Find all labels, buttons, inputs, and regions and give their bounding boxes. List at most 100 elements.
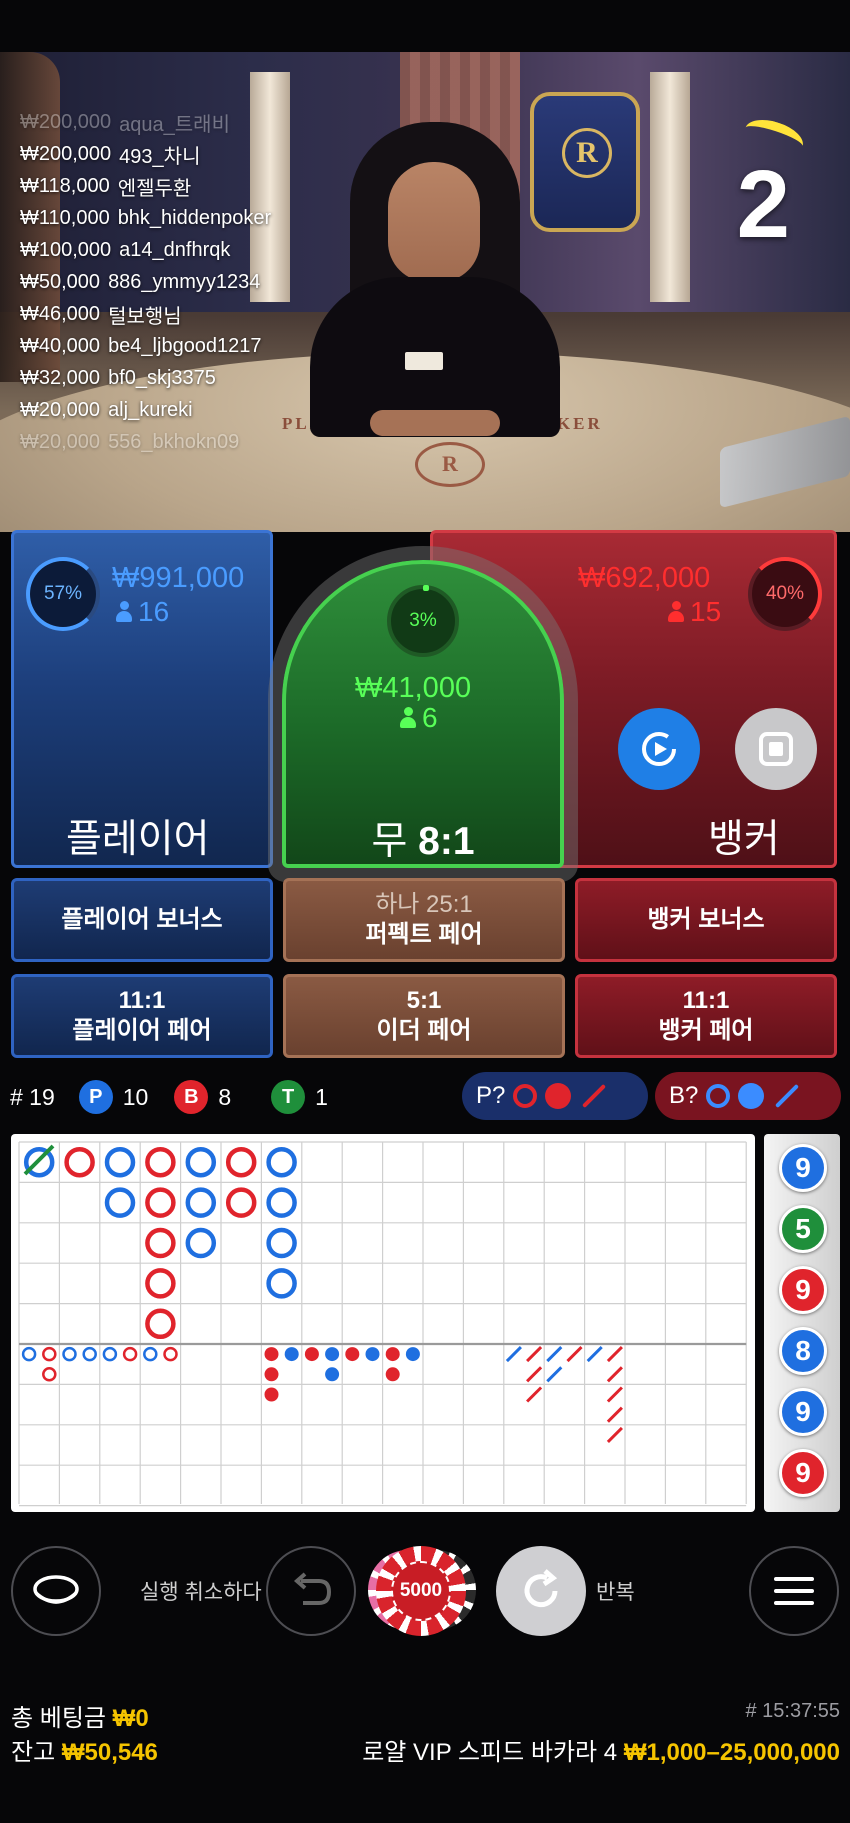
chip-selector[interactable]: 5000 xyxy=(368,1546,480,1636)
player-bet-amount: ₩991,000 xyxy=(112,562,245,594)
banker-pair-odds: 11:1 xyxy=(682,987,730,1014)
big-road-mark xyxy=(104,1146,136,1178)
user-icon xyxy=(400,707,416,729)
player-predict-label: P? xyxy=(476,1082,506,1109)
winner-name: be4_ljbgood1217 xyxy=(108,334,262,357)
big-eye-mark xyxy=(163,1346,178,1362)
winner-amount: ₩110,000 xyxy=(20,206,110,229)
banker-pair-bet[interactable]: 11:1 뱅커 페어 xyxy=(575,974,837,1058)
big-eye-mark xyxy=(21,1346,37,1362)
red-dot-icon xyxy=(545,1083,572,1109)
tie-percent-ring: 3% xyxy=(387,585,459,657)
countdown-timer: 2 xyxy=(736,151,790,258)
undo-button[interactable] xyxy=(266,1546,356,1636)
player-pair-odds: 11:1 xyxy=(118,987,166,1014)
undo-icon xyxy=(293,1572,332,1605)
winner-name: bhk_hiddenpoker xyxy=(117,206,272,229)
player-pair-label: 플레이어 페어 xyxy=(72,1017,212,1044)
round-number: # 19 xyxy=(10,1083,55,1110)
banker-bonus-bet[interactable]: 뱅커 보너스 xyxy=(575,878,837,962)
winner-name: 886_ymmyy1234 xyxy=(108,270,261,293)
dealer-namebadge xyxy=(405,352,443,370)
small-road-mark xyxy=(325,1367,340,1382)
tie-label-text: 무 xyxy=(371,820,408,863)
big-eye-mark xyxy=(42,1367,57,1382)
table-view-button[interactable] xyxy=(11,1546,101,1636)
banker-predict-button[interactable]: B? xyxy=(655,1072,841,1120)
player-predict-button[interactable]: P? xyxy=(462,1072,648,1120)
stop-icon xyxy=(759,732,793,766)
small-road-mark xyxy=(385,1367,400,1382)
dealer-face xyxy=(388,162,480,282)
big-road-mark xyxy=(145,1146,176,1178)
big-road-mark xyxy=(266,1187,297,1218)
winner-name: 493_차니 xyxy=(119,145,201,168)
either-pair-odds: 5:1 xyxy=(406,987,442,1014)
chip-value: 5000 xyxy=(391,1561,451,1621)
player-pair-bet[interactable]: 11:1 플레이어 페어 xyxy=(11,974,273,1058)
perfect-pair-label: 퍼펙트 페어 xyxy=(365,921,483,948)
either-pair-bet[interactable]: 5:1 이더 페어 xyxy=(283,974,565,1058)
winner-row: ₩118,000 엔젤두환 xyxy=(20,170,340,202)
perfect-pair-bet[interactable]: 하나 25:1 퍼펙트 페어 xyxy=(283,878,565,962)
blue-ring-icon xyxy=(706,1084,731,1108)
replay-icon xyxy=(642,732,676,766)
total-bet-label: 총 베팅금 xyxy=(11,1705,106,1732)
big-road-mark xyxy=(185,1227,217,1259)
player-wins-count: 10 xyxy=(122,1083,149,1110)
video-replay-button[interactable] xyxy=(618,708,700,790)
big-road-mark xyxy=(64,1146,95,1178)
cockroach-mark xyxy=(586,1346,603,1363)
small-road-mark xyxy=(264,1347,279,1362)
winner-amount: ₩100,000 xyxy=(20,238,112,261)
total-bet-value: ₩0 xyxy=(112,1705,149,1732)
banker-wins-count: 8 xyxy=(218,1083,232,1110)
player-bonus-label: 플레이어 보너스 xyxy=(61,906,223,933)
total-bet: 총 베팅금 ₩0 xyxy=(11,1698,149,1733)
small-road-mark xyxy=(365,1347,380,1362)
dealer-hands xyxy=(370,410,500,436)
either-pair-label: 이더 페어 xyxy=(376,1017,472,1044)
player-bonus-bet[interactable]: 플레이어 보너스 xyxy=(11,878,273,962)
undo-label: 실행 취소하다 xyxy=(140,1581,262,1604)
small-road-mark xyxy=(304,1347,319,1362)
menu-button[interactable] xyxy=(749,1546,839,1636)
repeat-button[interactable] xyxy=(496,1546,586,1636)
perfect-pair-odds: 하나 25:1 xyxy=(375,891,473,918)
cockroach-mark xyxy=(606,1426,623,1443)
player-count-value: 16 xyxy=(138,596,170,627)
stop-button[interactable] xyxy=(735,708,817,790)
chip-selected[interactable]: 5000 xyxy=(376,1546,466,1636)
banker-pair-label: 뱅커 페어 xyxy=(658,1017,754,1044)
user-icon xyxy=(116,601,132,623)
tie-bet-amount: ₩41,000 xyxy=(355,672,472,704)
big-road-mark xyxy=(145,1308,176,1340)
winner-name: alj_kureki xyxy=(108,398,193,421)
round-id: # 15:37:55 xyxy=(745,1700,840,1722)
tie-count-value: 6 xyxy=(422,702,438,733)
cockroach-mark xyxy=(526,1386,543,1403)
winner-row: ₩46,000 털보행님 xyxy=(20,298,340,330)
repeat-icon xyxy=(524,1569,558,1608)
big-road-mark xyxy=(266,1227,297,1259)
bead-plate[interactable]: 9 5 9 8 9 9 xyxy=(764,1134,840,1512)
tie-payout: 8:1 xyxy=(418,820,475,863)
royal-crest-logo: R xyxy=(530,92,640,232)
balance-value: ₩50,546 xyxy=(61,1739,158,1766)
table-icon xyxy=(33,1575,79,1604)
tie-bettor-count: 6 xyxy=(400,702,438,734)
big-road-mark xyxy=(225,1187,257,1218)
repeat-label: 반복 xyxy=(596,1581,635,1604)
table-logo: R xyxy=(415,442,485,487)
small-road-mark xyxy=(325,1347,340,1362)
hamburger-icon xyxy=(774,1577,814,1605)
winner-amount: ₩20,000 xyxy=(20,430,101,453)
table-name: 로얄 VIP 스피드 바카라 4 xyxy=(362,1739,618,1766)
winner-amount: ₩20,000 xyxy=(20,398,101,421)
big-eye-mark xyxy=(122,1346,138,1362)
cockroach-mark xyxy=(606,1366,623,1383)
cockroach-mark xyxy=(566,1346,583,1363)
user-icon xyxy=(668,601,684,623)
scoreboard-roadmap[interactable] xyxy=(11,1134,755,1512)
bead-result: 9 xyxy=(779,1449,827,1497)
